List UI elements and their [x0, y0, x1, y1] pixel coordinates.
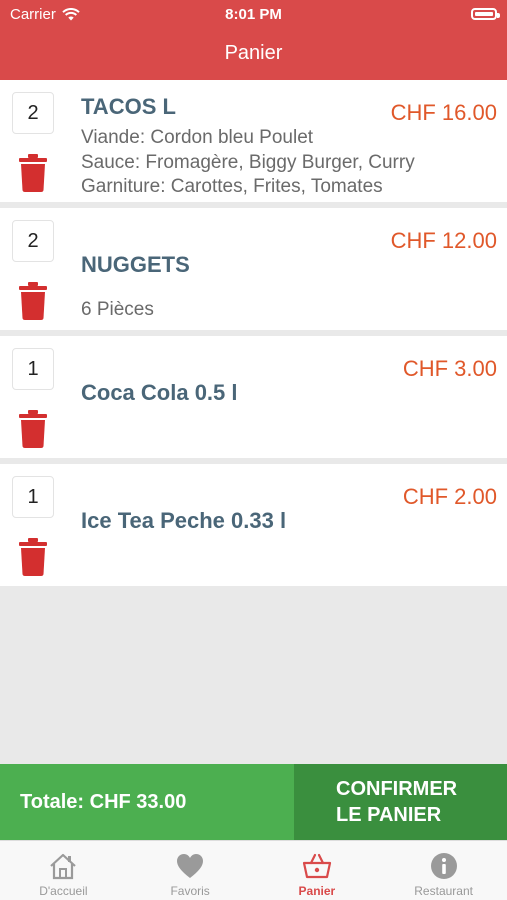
trash-icon[interactable]	[18, 282, 48, 320]
item-detail: 6 Pièces	[81, 299, 154, 320]
status-bar: Carrier 8:01 PM	[0, 0, 507, 28]
quantity-box[interactable]: 2	[12, 220, 54, 262]
tab-label: Favoris	[170, 884, 210, 898]
cart-item: 2 NUGGETS CHF 12.00 6 Pièces	[0, 208, 507, 330]
cart-item: 2 TACOS L CHF 16.00 Viande: Cordon bleu …	[0, 80, 507, 202]
quantity-box[interactable]: 1	[12, 476, 54, 518]
item-detail: Sauce: Fromagère, Biggy Burger, Curry	[81, 152, 415, 173]
quantity-box[interactable]: 1	[12, 348, 54, 390]
tab-bar: D'accueil Favoris Panier Restaurant	[0, 840, 507, 900]
item-price: CHF 16.00	[390, 100, 497, 125]
cart-item: 1 Ice Tea Peche 0.33 l CHF 2.00	[0, 464, 507, 586]
tab-favorites[interactable]: Favoris	[127, 841, 254, 900]
cart-footer: Totale: CHF 33.00 CONFIRMER LE PANIER	[0, 764, 507, 840]
home-icon	[50, 853, 77, 880]
page-title: Panier	[224, 42, 283, 64]
confirm-cart-button[interactable]: CONFIRMER LE PANIER	[294, 764, 507, 840]
item-name: NUGGETS	[81, 252, 190, 277]
info-icon	[430, 853, 457, 879]
item-price: CHF 2.00	[402, 484, 497, 509]
trash-icon[interactable]	[18, 154, 48, 192]
cart-total: Totale: CHF 33.00	[0, 764, 294, 840]
confirm-label-line1: CONFIRMER	[336, 778, 458, 800]
cart-list: 2 TACOS L CHF 16.00 Viande: Cordon bleu …	[0, 80, 507, 592]
heart-icon	[177, 854, 204, 878]
nav-bar: Panier	[0, 28, 507, 80]
battery-icon	[471, 8, 500, 20]
item-name: TACOS L	[81, 94, 176, 119]
tab-cart[interactable]: Panier	[254, 841, 381, 900]
tab-restaurant[interactable]: Restaurant	[380, 841, 507, 900]
tab-home[interactable]: D'accueil	[0, 841, 127, 900]
confirm-label-line2: LE PANIER	[336, 804, 442, 826]
tab-label: Panier	[298, 884, 336, 898]
item-detail: Viande: Cordon bleu Poulet	[81, 127, 314, 148]
item-name: Ice Tea Peche 0.33 l	[81, 508, 287, 533]
cart-item: 1 Coca Cola 0.5 l CHF 3.00	[0, 336, 507, 458]
item-detail: Garniture: Carottes, Frites, Tomates	[81, 176, 383, 197]
trash-icon[interactable]	[18, 410, 48, 448]
quantity-box[interactable]: 2	[12, 92, 54, 134]
tab-label: Restaurant	[414, 884, 473, 898]
tab-label: D'accueil	[39, 884, 88, 898]
trash-icon[interactable]	[18, 538, 48, 576]
item-price: CHF 3.00	[402, 356, 497, 381]
item-price: CHF 12.00	[390, 228, 497, 253]
status-time: 8:01 PM	[225, 6, 282, 23]
basket-icon	[302, 853, 331, 879]
item-name: Coca Cola 0.5 l	[81, 380, 238, 405]
